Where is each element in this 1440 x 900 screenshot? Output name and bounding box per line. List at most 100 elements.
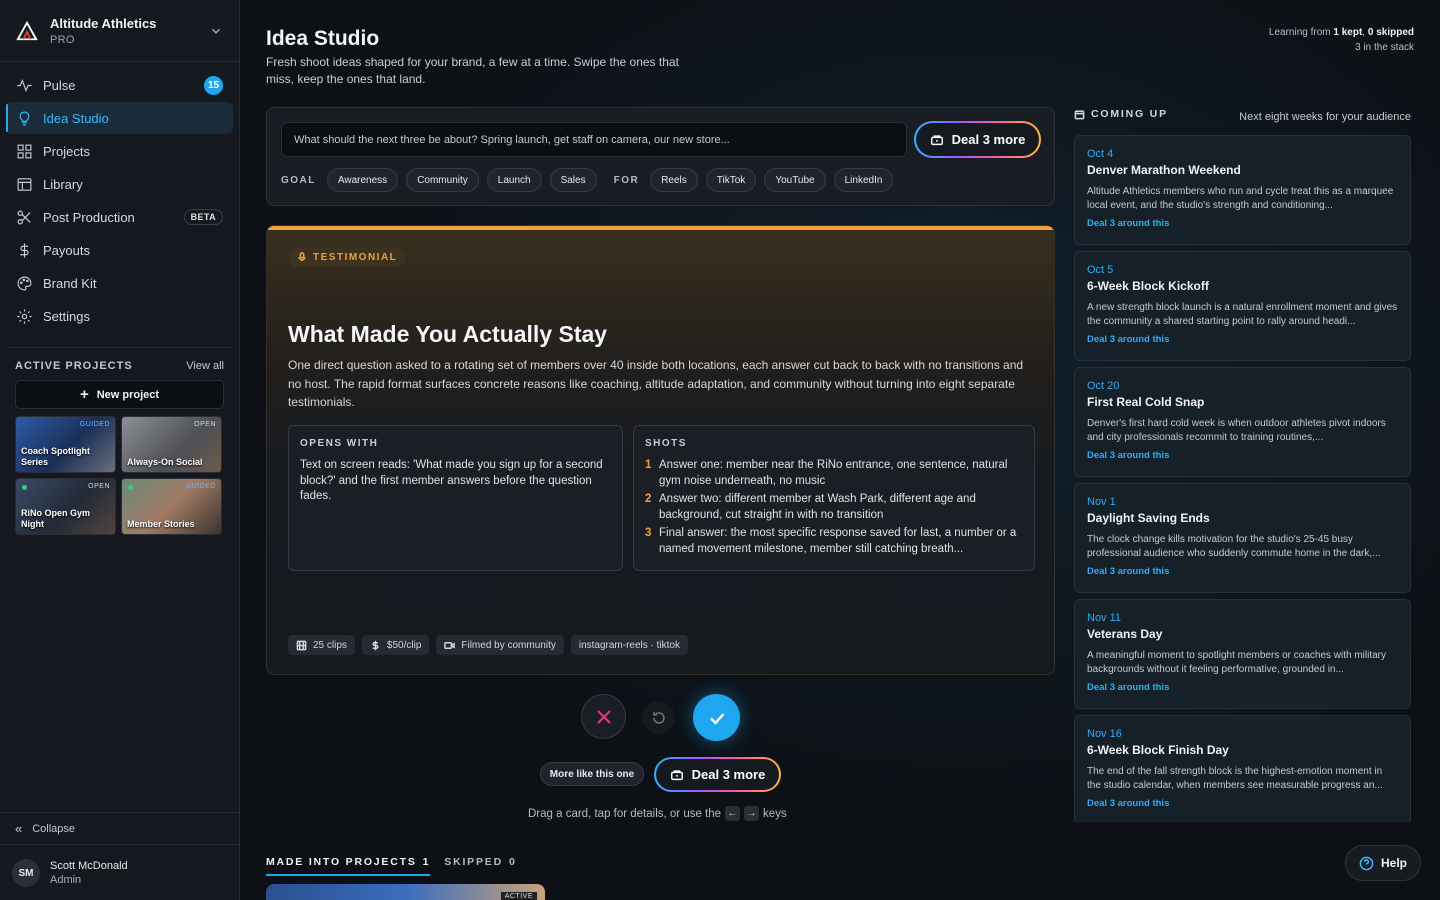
divider xyxy=(6,347,233,348)
deal-around-this-link[interactable]: Deal 3 around this xyxy=(1087,218,1398,229)
collapse-sidebar-button[interactable]: « Collapse xyxy=(0,812,239,845)
goal-chip-sales[interactable]: Sales xyxy=(549,168,597,192)
clips-count: 25 clips xyxy=(313,639,347,651)
goal-chip-community[interactable]: Community xyxy=(406,168,479,192)
live-dot-icon xyxy=(22,485,27,490)
nav-item-idea-studio[interactable]: Idea Studio xyxy=(6,102,233,134)
avatar: SM xyxy=(12,859,40,887)
goal-label: GOAL xyxy=(281,174,316,186)
project-status: OPEN xyxy=(194,421,216,428)
event-card[interactable]: Nov 1 Daylight Saving Ends The clock cha… xyxy=(1074,483,1411,593)
event-card[interactable]: Oct 4 Denver Marathon Weekend Altitude A… xyxy=(1074,135,1411,245)
card-meta-row: 25 clips $50/clip Filmed by community in… xyxy=(288,635,688,655)
grid-icon xyxy=(17,144,32,158)
new-project-button[interactable]: + New project xyxy=(15,380,224,409)
event-description: A new strength block launch is a natural… xyxy=(1087,302,1398,327)
event-date: Oct 4 xyxy=(1087,148,1114,160)
deal-around-this-link[interactable]: Deal 3 around this xyxy=(1087,798,1398,809)
deal-around-this-link[interactable]: Deal 3 around this xyxy=(1087,566,1398,577)
platform-chip-linkedin[interactable]: LinkedIn xyxy=(833,168,894,192)
brand-name: Altitude Athletics xyxy=(50,15,157,31)
event-card[interactable]: Nov 11 Veterans Day A meaningful moment … xyxy=(1074,599,1411,709)
platform-chip-reels[interactable]: Reels xyxy=(650,168,698,192)
nav-label: Projects xyxy=(43,143,90,159)
stack-count: 3 in the stack xyxy=(1355,42,1414,53)
filmed-by: Filmed by community xyxy=(461,639,556,651)
coming-up-title: COMING UP xyxy=(1091,108,1168,120)
nav-item-brand-kit[interactable]: Brand Kit xyxy=(6,267,233,299)
nav-item-pulse[interactable]: Pulse 15 xyxy=(6,69,233,101)
new-project-label: New project xyxy=(96,388,160,401)
event-title: First Real Cold Snap xyxy=(1087,395,1205,409)
clip-rate: $50/clip xyxy=(386,639,422,651)
event-title: Denver Marathon Weekend xyxy=(1087,163,1241,177)
sidebar: Altitude Athletics PRO Pulse 15 Idea Stu… xyxy=(0,0,240,900)
pulse-count-badge: 15 xyxy=(204,75,223,95)
nav-label: Pulse xyxy=(43,77,76,93)
tab-made-into-projects[interactable]: MADE INTO PROJECTS 1 xyxy=(266,856,431,876)
deal-3-more-button[interactable]: Deal 3 more xyxy=(914,121,1041,158)
event-description: Denver's first hard cold week is when ou… xyxy=(1087,418,1386,443)
goal-chip-awareness[interactable]: Awareness xyxy=(326,168,399,192)
event-date: Oct 20 xyxy=(1087,380,1120,392)
event-title: Daylight Saving Ends xyxy=(1087,511,1210,525)
nav-item-payouts[interactable]: Payouts xyxy=(6,234,233,266)
event-card[interactable]: Nov 16 6-Week Block Finish Day The end o… xyxy=(1074,715,1411,822)
event-date: Nov 11 xyxy=(1087,612,1122,624)
help-icon xyxy=(1359,856,1374,870)
deal-3-more-center-button[interactable]: Deal 3 more xyxy=(654,757,781,792)
opens-with-text: Text on screen reads: 'What made you sig… xyxy=(300,459,603,502)
help-button[interactable]: Help xyxy=(1345,845,1421,881)
rate-meta: $50/clip xyxy=(361,635,430,655)
event-title: 6-Week Block Finish Day xyxy=(1087,743,1229,757)
brand-switcher[interactable]: Altitude Athletics PRO xyxy=(0,0,239,62)
deal-around-this-link[interactable]: Deal 3 around this xyxy=(1087,334,1398,345)
view-all-link[interactable]: View all xyxy=(186,360,224,372)
more-like-this-button[interactable]: More like this one xyxy=(540,762,644,786)
deal-label: Deal 3 more xyxy=(951,132,1026,147)
main-content: Idea Studio Fresh shoot ideas shaped for… xyxy=(241,0,1440,900)
nav-item-post-production[interactable]: Post Production BETA xyxy=(6,201,233,233)
keep-button[interactable] xyxy=(693,694,740,741)
platform-chip-tiktok[interactable]: TikTok xyxy=(705,168,757,192)
shot-item: 1 Answer one: member near the RiNo entran… xyxy=(645,458,1023,489)
shot-text: Final answer: the most specific response… xyxy=(659,527,1017,555)
project-thumb-member-stories[interactable]: GUIDED Member Stories xyxy=(121,478,222,535)
skip-button[interactable] xyxy=(581,694,626,739)
nav-item-library[interactable]: Library xyxy=(6,168,233,200)
tab-skipped[interactable]: SKIPPED 0 xyxy=(444,856,516,876)
kept-project-card[interactable]: ACTIVE xyxy=(266,884,545,900)
event-title: 6-Week Block Kickoff xyxy=(1087,279,1209,293)
collapse-label: Collapse xyxy=(32,822,76,835)
user-menu[interactable]: SM Scott McDonald Admin xyxy=(0,846,239,900)
event-card[interactable]: Oct 20 First Real Cold Snap Denver's fir… xyxy=(1074,367,1411,477)
deal-around-this-link[interactable]: Deal 3 around this xyxy=(1087,450,1398,461)
arrow-right-key-icon: → xyxy=(744,806,760,821)
prompt-input[interactable]: What should the next three be about? Spr… xyxy=(281,122,907,157)
platforms-meta: instagram-reels · tiktok xyxy=(570,635,688,655)
goal-chip-launch[interactable]: Launch xyxy=(486,168,542,192)
scissors-icon xyxy=(17,210,31,224)
idea-card[interactable]: TESTIMONIAL What Made You Actually Stay … xyxy=(266,225,1055,675)
project-thumb-always-on[interactable]: OPEN Always-On Social xyxy=(121,416,222,473)
coming-up-header: COMING UP xyxy=(1074,108,1168,120)
nav-item-projects[interactable]: Projects xyxy=(6,135,233,167)
undo-button[interactable] xyxy=(642,701,675,734)
deal-around-this-link[interactable]: Deal 3 around this xyxy=(1087,682,1398,693)
learning-skipped: 0 skipped xyxy=(1367,27,1414,38)
chevron-down-icon[interactable] xyxy=(209,24,223,38)
active-projects-title: ACTIVE PROJECTS xyxy=(15,360,133,372)
event-card[interactable]: Oct 5 6-Week Block Kickoff A new strengt… xyxy=(1074,251,1411,361)
microphone-icon xyxy=(298,252,306,262)
deal-label: Deal 3 more xyxy=(691,767,766,782)
project-label: Coach Spotlight Series xyxy=(21,446,90,467)
nav-label: Payouts xyxy=(43,242,90,258)
project-thumb-rino-open-gym[interactable]: OPEN RiNo Open Gym Night xyxy=(15,478,116,535)
shot-item: 2 Answer two: different member at Wash Pa… xyxy=(645,492,1023,523)
project-thumb-coach-spotlight[interactable]: GUIDED Coach Spotlight Series xyxy=(15,416,116,473)
nav-item-settings[interactable]: Settings xyxy=(6,300,233,332)
clips-meta: 25 clips xyxy=(288,635,355,655)
platform-chip-youtube[interactable]: YouTube xyxy=(764,168,826,192)
pulse-icon xyxy=(17,78,32,92)
lightbulb-icon xyxy=(19,111,30,125)
